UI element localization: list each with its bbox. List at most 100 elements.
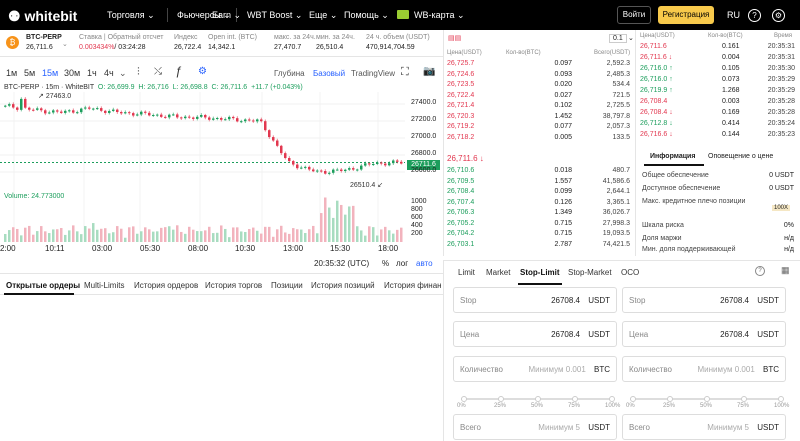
language-selector[interactable]: RU: [727, 10, 740, 20]
ask-row[interactable]: 26,719.2 0.077 2,057.3: [444, 123, 634, 133]
bid-row[interactable]: 26,707.4 0.126 3,365.1: [444, 199, 634, 209]
slider-tick[interactable]: [704, 396, 710, 402]
slider-tick[interactable]: [461, 396, 467, 402]
slider-tick[interactable]: [609, 396, 615, 402]
whitebit-logo[interactable]: ⚉ whitebit: [8, 8, 77, 25]
bid-row[interactable]: 26,710.6 0.018 480.7: [444, 167, 634, 177]
time-tick-label: 13:00: [283, 244, 304, 253]
tab-information[interactable]: Информация: [650, 153, 695, 160]
timeframe-15m[interactable]: 15м: [42, 68, 58, 78]
tab-market[interactable]: Market: [486, 268, 510, 277]
slider-tick[interactable]: [667, 396, 673, 402]
trade-price: 26,719.9 ↑: [640, 87, 673, 94]
ask-row[interactable]: 26,720.3 1.452 38,797.8: [444, 113, 634, 123]
nav-trade[interactable]: Торговля ⌄: [107, 10, 155, 21]
chevron-down-icon[interactable]: ⌄: [119, 68, 127, 79]
help-icon[interactable]: ?: [748, 9, 761, 22]
timeframe-4h[interactable]: 4ч: [104, 68, 114, 78]
pair-name[interactable]: BTC-PERP: [26, 34, 62, 41]
ask-row[interactable]: 26,725.7 0.097 2,592.3: [444, 60, 634, 70]
candle: [208, 117, 211, 120]
volume-bar: [272, 236, 275, 242]
sell-price-field[interactable]: Цена 26708.4 USDT: [622, 321, 786, 347]
orderbook-view-icon[interactable]: ▤▤: [448, 34, 461, 42]
tab-oco[interactable]: OCO: [621, 268, 639, 277]
tab-position-history[interactable]: История позиций: [311, 281, 375, 290]
settings-gear-icon[interactable]: ⚙: [772, 9, 785, 22]
tab-trade-history[interactable]: История торгов: [205, 281, 262, 290]
candle: [16, 107, 19, 110]
timeframe-1m[interactable]: 1м: [6, 68, 17, 78]
fullscreen-icon[interactable]: ⛶: [401, 66, 409, 79]
view-tradingview[interactable]: TradingView: [351, 69, 395, 78]
buy-amount-slider[interactable]: 0% 25% 50% 75% 100%: [453, 392, 620, 412]
tab-open-orders[interactable]: Открытые ордеры: [6, 281, 80, 290]
slider-tick[interactable]: [572, 396, 578, 402]
timeframe-30m[interactable]: 30м: [64, 68, 80, 78]
ask-row[interactable]: 26,721.4 0.102 2,725.5: [444, 102, 634, 112]
volume-bar: [400, 227, 403, 242]
bid-row[interactable]: 26,703.1 2.787 74,421.5: [444, 241, 634, 251]
tab-order-history[interactable]: История ордеров: [134, 281, 198, 290]
chevron-down-icon[interactable]: ⌄: [628, 34, 634, 42]
buy-quantity-field[interactable]: Количество Минимум 0.001 BTC: [453, 356, 617, 382]
slider-tick[interactable]: [778, 396, 784, 402]
slider-tick[interactable]: [741, 396, 747, 402]
function-icon[interactable]: ƒ: [175, 64, 182, 78]
buy-total-field[interactable]: Всего Минимум 5 USDT: [453, 414, 617, 440]
login-button[interactable]: Войти: [617, 6, 651, 24]
calculator-icon[interactable]: ▦: [781, 265, 790, 276]
bid-row[interactable]: 26,709.5 1.557 41,586.6: [444, 178, 634, 188]
sell-total-field[interactable]: Всего Минимум 5 USDT: [622, 414, 786, 440]
buy-stop-field[interactable]: Stop 26708.4 USDT: [453, 287, 617, 313]
sell-stop-field[interactable]: Stop 26708.4 USDT: [622, 287, 786, 313]
sell-amount-slider[interactable]: 0% 25% 50% 75% 100%: [622, 392, 789, 412]
camera-icon[interactable]: 📷: [423, 66, 435, 77]
tab-stop-limit[interactable]: Stop-Limit: [520, 268, 560, 277]
ask-row[interactable]: 26,718.2 0.005 133.5: [444, 134, 634, 144]
volume-bar: [284, 232, 287, 242]
chevron-down-icon[interactable]: ⌄: [62, 40, 68, 48]
slider-tick[interactable]: [535, 396, 541, 402]
auto-toggle[interactable]: авто: [416, 259, 433, 268]
bid-row[interactable]: 26,704.2 0.715 19,093.5: [444, 230, 634, 240]
bid-row[interactable]: 26,706.3 1.349 36,026.7: [444, 209, 634, 219]
ask-row[interactable]: 26,724.6 0.093 2,485.3: [444, 71, 634, 81]
tab-price-alert[interactable]: Оповещение о цене: [708, 153, 773, 160]
tab-limit[interactable]: Limit: [458, 268, 475, 277]
ob-total: 2,057.3: [606, 123, 630, 130]
tab-finance-history[interactable]: История финанс: [384, 281, 442, 290]
timeframe-5m[interactable]: 5м: [24, 68, 35, 78]
view-depth[interactable]: Глубина: [274, 69, 305, 78]
ob-total: 2,725.5: [606, 102, 630, 109]
price-chart[interactable]: [0, 92, 443, 262]
timeframe-1h[interactable]: 1ч: [87, 68, 97, 78]
tab-positions[interactable]: Позиции: [271, 281, 303, 290]
nav-help[interactable]: Помощь ⌄: [344, 10, 389, 21]
nav-wbt-boost[interactable]: WBT Boost ⌄: [247, 10, 302, 21]
percent-toggle[interactable]: %: [382, 259, 389, 268]
sell-quantity-field[interactable]: Количество Минимум 0.001 BTC: [622, 356, 786, 382]
slider-tick[interactable]: [498, 396, 504, 402]
view-basic[interactable]: Базовый: [313, 69, 345, 78]
slider-tick[interactable]: [630, 396, 636, 402]
buy-price-field[interactable]: Цена 26708.4 USDT: [453, 321, 617, 347]
bid-row[interactable]: 26,705.2 0.715 27,998.3: [444, 220, 634, 230]
help-icon[interactable]: ?: [755, 266, 765, 276]
log-toggle[interactable]: лог: [396, 259, 408, 268]
tab-stop-market[interactable]: Stop-Market: [568, 268, 612, 277]
settings-gear-icon[interactable]: ⚙: [198, 66, 207, 77]
trade-row: 26,708.4 ↓ 0.169 20:35:28: [636, 109, 800, 119]
candles-icon[interactable]: ⫶: [137, 66, 140, 79]
nav-earn[interactable]: Earn ⌄: [212, 10, 241, 21]
nav-more[interactable]: Еще ⌄: [309, 10, 337, 21]
candle: [244, 119, 247, 122]
tab-multi-limits[interactable]: Multi-Limits: [84, 281, 124, 290]
register-button[interactable]: Регистрация: [658, 6, 714, 24]
ask-row[interactable]: 26,723.5 0.020 534.4: [444, 81, 634, 91]
nav-wb-card[interactable]: WB-карта ⌄: [414, 10, 465, 21]
indicators-icon[interactable]: ⤯: [154, 66, 162, 77]
orderbook-step-select[interactable]: 0.1: [609, 34, 627, 43]
bid-row[interactable]: 26,708.4 0.099 2,644.1: [444, 188, 634, 198]
ask-row[interactable]: 26,722.4 0.027 721.5: [444, 92, 634, 102]
